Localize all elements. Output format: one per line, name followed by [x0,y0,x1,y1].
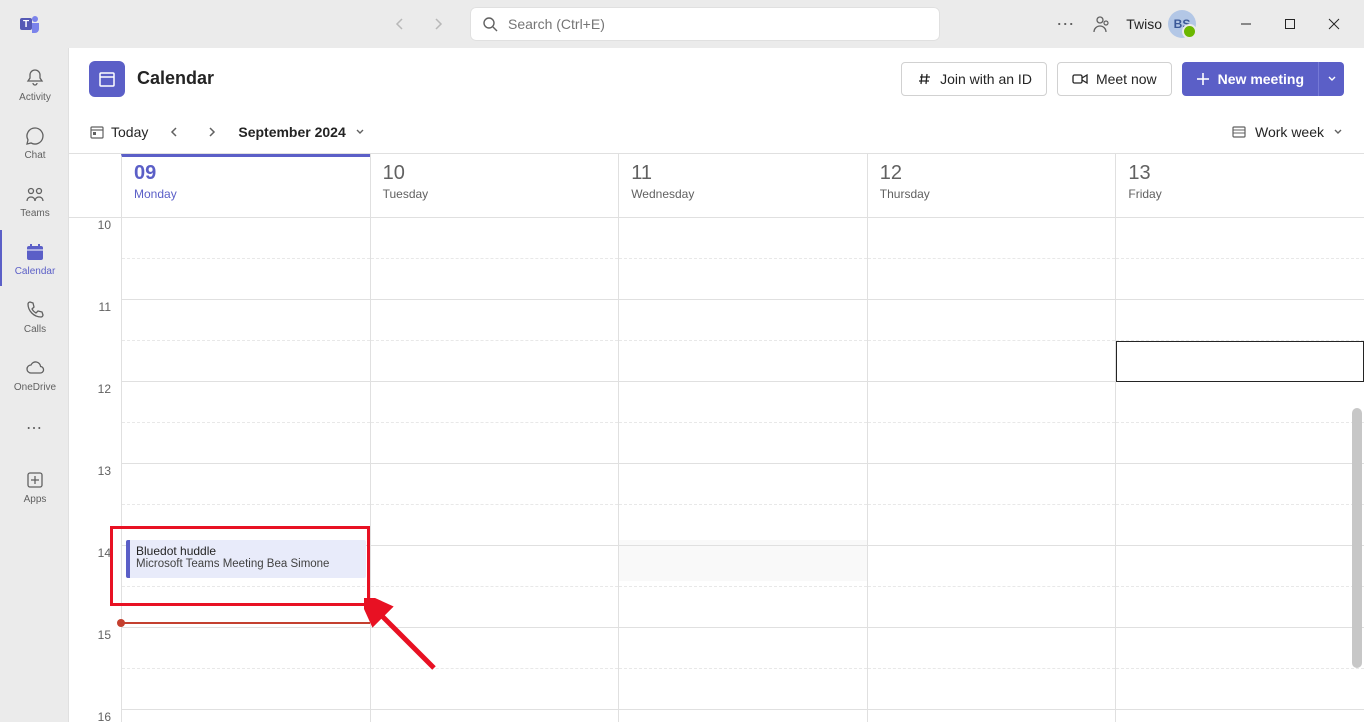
today-button[interactable]: Today [89,124,148,140]
sidebar-item-label: Apps [24,494,47,505]
hour-label: 15 [69,628,121,710]
chevron-down-icon [354,126,366,138]
sidebar-item-calendar[interactable]: Calendar [0,230,68,286]
scrollbar[interactable] [1352,408,1362,668]
day-column-friday[interactable] [1115,218,1364,722]
sidebar-item-label: OneDrive [14,382,56,393]
more-options-icon[interactable]: ⋯ [1056,14,1074,35]
meet-now-button[interactable]: Meet now [1057,62,1172,96]
sidebar-item-label: Calls [24,324,46,335]
calendar-header: Calendar Join with an ID Meet now New me… [69,48,1364,110]
day-header-thursday[interactable]: 12 Thursday [867,154,1116,217]
plus-icon [1196,72,1210,86]
phone-icon [23,298,47,322]
page-title: Calendar [137,68,214,89]
app-rail: Activity Chat Teams Calendar Calls OneDr… [0,48,68,722]
main-area: Calendar Join with an ID Meet now New me… [68,48,1364,722]
event-title: Bluedot huddle [136,544,360,558]
teams-logo-icon: T [16,10,44,38]
chat-icon [23,124,47,148]
svg-text:T: T [23,19,29,30]
search-icon [482,16,498,32]
hour-label: 12 [69,382,121,464]
sidebar-item-activity[interactable]: Activity [0,56,68,112]
sidebar-item-teams[interactable]: Teams [0,172,68,228]
day-column-thursday[interactable] [867,218,1116,722]
calendar-page-icon [89,61,125,97]
search-input[interactable] [508,16,928,32]
next-week-button[interactable] [200,120,224,144]
day-header-friday[interactable]: 13 Friday [1115,154,1364,217]
search-container[interactable] [470,7,940,41]
sidebar-item-onedrive[interactable]: OneDrive [0,346,68,402]
history-nav [384,8,454,40]
calendar-grid: 10 11 12 13 14 15 16 [69,218,1364,722]
hash-icon [916,71,932,87]
selected-time-slot[interactable] [1116,341,1364,382]
month-picker[interactable]: September 2024 [238,124,365,140]
user-name: Twiso [1126,16,1162,32]
join-with-id-button[interactable]: Join with an ID [901,62,1047,96]
hour-label: 14 [69,546,121,628]
window-controls [1224,8,1356,40]
hour-label: 13 [69,464,121,546]
day-column-monday[interactable]: Bluedot huddle Microsoft Teams Meeting B… [121,218,370,722]
calendar-icon [23,240,47,264]
current-time-indicator [122,622,370,624]
prev-week-button[interactable] [162,120,186,144]
day-headers: 09 Monday 10 Tuesday 11 Wednesday 12 Thu… [69,154,1364,218]
history-forward-button[interactable] [422,8,454,40]
video-icon [1072,71,1088,87]
new-meeting-dropdown[interactable] [1318,62,1344,96]
apps-icon [23,468,47,492]
close-button[interactable] [1312,8,1356,40]
titlebar: T ⋯ Twiso BS [0,0,1364,48]
sidebar-item-label: Teams [20,208,49,219]
cloud-icon [23,356,47,380]
history-back-button[interactable] [384,8,416,40]
avatar: BS [1168,10,1196,38]
sidebar-item-label: Calendar [15,266,56,277]
day-header-monday[interactable]: 09 Monday [121,154,370,217]
hour-label: 16 [69,710,121,722]
hour-label: 11 [69,300,121,382]
bell-icon [23,66,47,90]
sidebar-more-button[interactable]: ⋯ [0,408,68,448]
chevron-down-icon [1332,126,1344,138]
sidebar-item-calls[interactable]: Calls [0,288,68,344]
event-subtitle: Microsoft Teams Meeting Bea Simone [136,558,360,570]
time-gutter: 10 11 12 13 14 15 16 [69,218,121,722]
day-header-tuesday[interactable]: 10 Tuesday [370,154,619,217]
new-meeting-split: New meeting [1182,62,1344,96]
titlebar-right: ⋯ Twiso BS [1056,8,1356,40]
people-icon[interactable] [1090,14,1110,34]
hour-label: 10 [69,218,121,300]
sidebar-item-chat[interactable]: Chat [0,114,68,170]
sidebar-item-label: Chat [24,150,45,161]
list-icon [1231,124,1247,140]
teams-icon [23,182,47,206]
sidebar-item-label: Activity [19,92,51,103]
minimize-button[interactable] [1224,8,1268,40]
day-column-wednesday[interactable] [618,218,867,722]
account-button[interactable]: Twiso BS [1126,10,1196,38]
today-icon [89,124,105,140]
view-picker[interactable]: Work week [1231,124,1344,140]
calendar-event[interactable]: Bluedot huddle Microsoft Teams Meeting B… [126,540,366,578]
day-column-tuesday[interactable] [370,218,619,722]
new-meeting-button[interactable]: New meeting [1182,62,1318,96]
day-header-wednesday[interactable]: 11 Wednesday [618,154,867,217]
sidebar-item-apps[interactable]: Apps [0,458,68,514]
maximize-button[interactable] [1268,8,1312,40]
calendar-subheader: Today September 2024 Work week [69,110,1364,154]
